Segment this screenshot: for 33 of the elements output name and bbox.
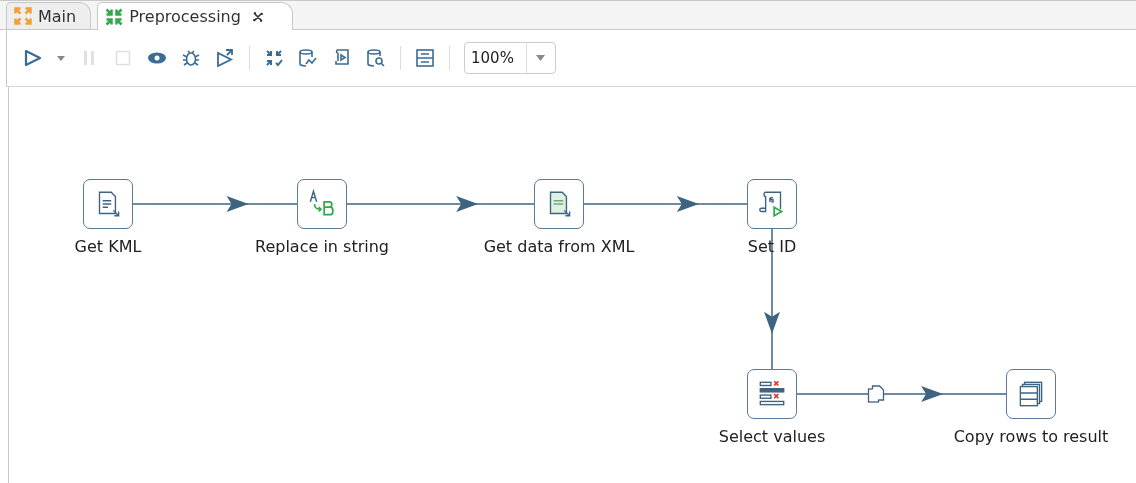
panel-icon	[415, 48, 435, 68]
hop-arrow[interactable]	[583, 196, 748, 212]
copy-icon	[867, 385, 885, 403]
step-label: Select values	[718, 427, 826, 446]
zoom-combobox[interactable]: 100%	[464, 42, 556, 74]
stop-icon	[113, 48, 133, 68]
hop-arrow[interactable]	[796, 386, 1007, 402]
step-node[interactable]	[297, 179, 347, 229]
bug-icon	[181, 48, 201, 68]
replay-icon	[215, 48, 235, 68]
editor-tab[interactable]: Preprocessing	[97, 2, 293, 30]
hop-arrow[interactable]	[346, 196, 535, 212]
caret-icon	[57, 55, 65, 61]
step-label: Replace in string	[255, 237, 389, 256]
hop-arrow[interactable]	[132, 196, 298, 212]
step-node[interactable]	[1006, 369, 1056, 419]
caret-icon	[536, 55, 546, 61]
expand-arrows-icon	[13, 6, 33, 26]
collapse-arrows-icon	[104, 6, 125, 27]
step-node[interactable]	[83, 179, 133, 229]
step-label: Copy rows to result	[953, 427, 1109, 446]
step-node[interactable]	[747, 179, 797, 229]
step-node[interactable]	[747, 369, 797, 419]
database-search-icon	[366, 48, 386, 68]
database-chart-icon	[298, 48, 318, 68]
step-label: Get data from XML	[483, 237, 635, 256]
script-icon	[332, 48, 352, 68]
step-node[interactable]	[534, 179, 584, 229]
editor-tab[interactable]: Main	[6, 2, 92, 29]
play-icon	[23, 48, 43, 68]
close-icon[interactable]	[251, 10, 264, 23]
check-arrows-icon	[264, 48, 284, 68]
step-label: Get KML	[74, 237, 142, 256]
